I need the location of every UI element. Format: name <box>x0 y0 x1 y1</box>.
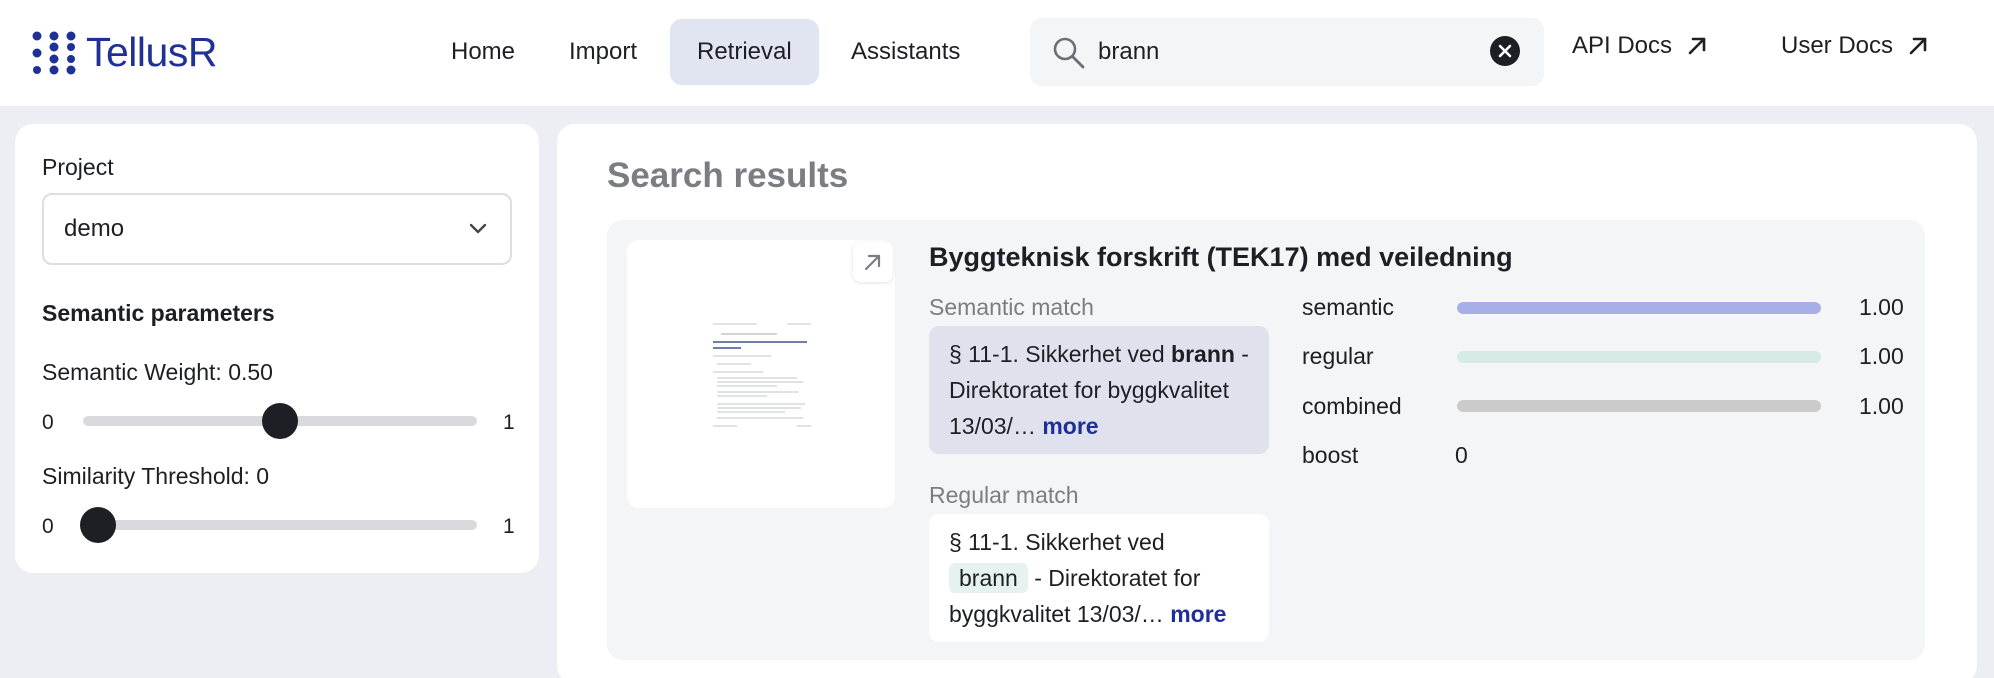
chevron-down-icon <box>469 223 487 234</box>
semantic-weight-slider-handle[interactable] <box>262 403 298 439</box>
score-value-semantic: 1.00 <box>1859 294 1904 320</box>
similarity-threshold-min: 0 <box>42 515 54 538</box>
project-select[interactable]: demo <box>42 193 512 265</box>
similarity-threshold-label: Similarity Threshold: 0 <box>42 463 270 489</box>
logo-dots-icon <box>32 31 76 74</box>
score-bar-fill <box>1457 302 1821 314</box>
project-value: demo <box>64 215 125 242</box>
regular-match-label: Regular match <box>929 482 1079 508</box>
score-value-regular: 1.00 <box>1859 343 1904 369</box>
more-link[interactable]: more <box>1042 413 1098 439</box>
nav-retrieval[interactable]: Retrieval <box>670 19 819 85</box>
results-panel: Search results Byggteknisk forskrift (TE… <box>557 124 1977 678</box>
score-name-regular: regular <box>1302 343 1374 369</box>
search-bar <box>1030 18 1544 86</box>
score-bar-fill <box>1457 400 1821 412</box>
external-link-icon <box>864 254 881 271</box>
open-document-button[interactable] <box>853 242 893 282</box>
top-header: TellusR Home Import Retrieval Assistants… <box>0 0 1994 106</box>
score-name-boost: boost <box>1302 442 1359 468</box>
semantic-parameters-heading: Semantic parameters <box>42 300 275 326</box>
score-bar-semantic <box>1457 302 1821 314</box>
semantic-weight-label: Semantic Weight: 0.50 <box>42 359 273 385</box>
semantic-weight-max: 1 <box>503 411 515 434</box>
regular-match-snippet: § 11-1. Sikkerhet ved brann - Direktorat… <box>929 514 1269 642</box>
nav-home[interactable]: Home <box>424 19 542 85</box>
snippet-highlight: brann <box>949 563 1028 593</box>
user-docs-label: User Docs <box>1781 32 1894 59</box>
snippet-text: § 11-1. Sikkerhet ved <box>949 341 1172 367</box>
user-docs-link[interactable]: User Docs <box>1781 32 1929 60</box>
project-label: Project <box>42 154 114 180</box>
score-name-combined: combined <box>1302 393 1402 419</box>
result-title[interactable]: Byggteknisk forskrift (TEK17) med veiled… <box>929 242 1513 273</box>
score-bar-fill <box>1457 351 1821 363</box>
semantic-match-label: Semantic match <box>929 294 1094 320</box>
api-docs-label: API Docs <box>1572 32 1673 59</box>
semantic-match-snippet: § 11-1. Sikkerhet ved brann - Direktorat… <box>929 326 1269 454</box>
clear-search-button[interactable] <box>1490 36 1520 66</box>
score-bar-regular <box>1457 351 1821 363</box>
close-icon <box>1498 44 1512 58</box>
app-logo[interactable]: TellusR <box>32 29 217 76</box>
app-name: TellusR <box>86 29 217 75</box>
external-link-icon <box>1909 37 1927 55</box>
document-page-icon <box>713 323 811 427</box>
api-docs-link[interactable]: API Docs <box>1572 32 1708 60</box>
semantic-weight-min: 0 <box>42 411 54 434</box>
more-link[interactable]: more <box>1170 601 1226 627</box>
score-name-semantic: semantic <box>1302 294 1395 320</box>
score-value-boost: 0 <box>1455 442 1468 468</box>
filter-sidebar: Project demo Semantic parameters Semanti… <box>15 124 539 573</box>
snippet-text: § 11-1. Sikkerhet ved <box>949 529 1165 555</box>
search-icon <box>1053 37 1085 69</box>
snippet-highlight: brann <box>1171 341 1235 367</box>
score-bar-combined <box>1457 400 1821 412</box>
similarity-threshold-slider[interactable] <box>83 520 477 530</box>
score-value-combined: 1.00 <box>1859 393 1904 419</box>
document-thumbnail[interactable] <box>627 240 895 508</box>
results-title: Search results <box>607 156 849 195</box>
nav-assistants[interactable]: Assistants <box>824 19 987 85</box>
nav-import[interactable]: Import <box>542 19 664 85</box>
similarity-threshold-max: 1 <box>503 515 515 538</box>
search-input[interactable] <box>1098 32 1498 72</box>
result-card: Byggteknisk forskrift (TEK17) med veiled… <box>607 220 1925 660</box>
external-link-icon <box>1688 37 1706 55</box>
similarity-threshold-slider-handle[interactable] <box>80 507 116 543</box>
